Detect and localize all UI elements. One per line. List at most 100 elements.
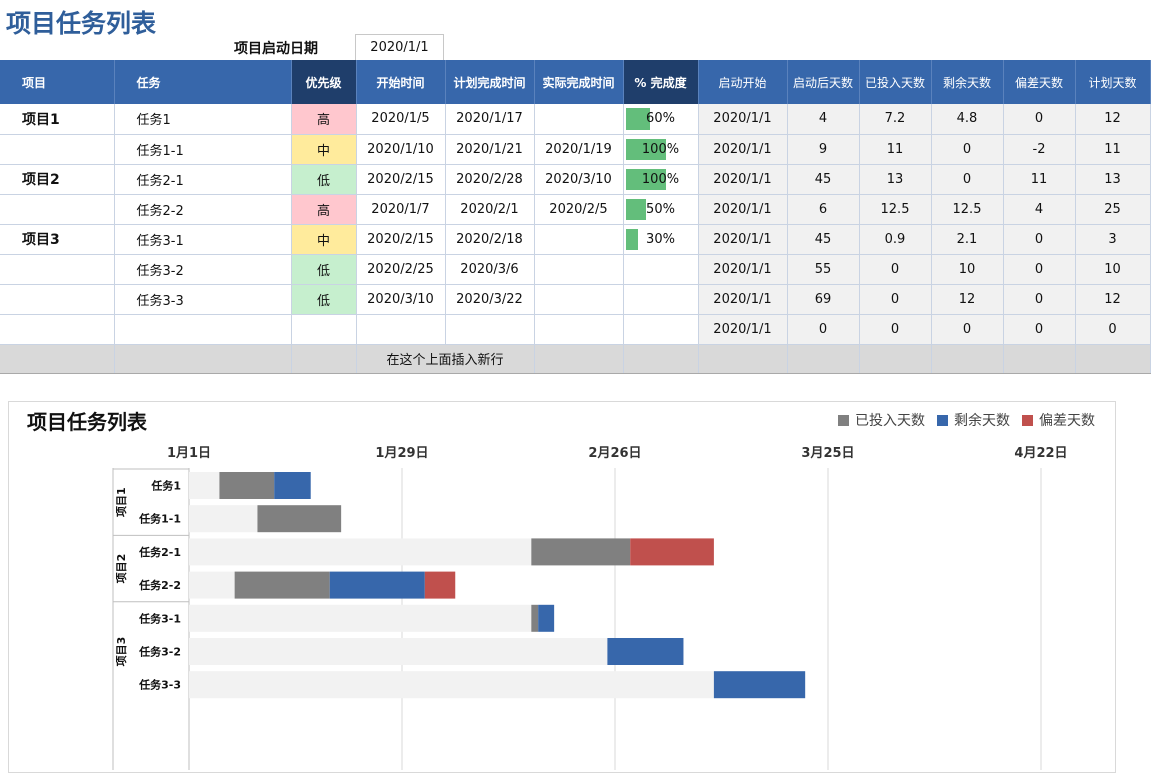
insert-row-cell[interactable] — [1075, 344, 1151, 374]
cell-deviation[interactable]: 0 — [1003, 314, 1076, 345]
cell-deviation[interactable]: -2 — [1003, 134, 1076, 165]
cell-priority[interactable]: 低 — [291, 254, 357, 285]
cell-planned[interactable]: 10 — [1075, 254, 1151, 285]
cell-plan-end[interactable]: 2020/3/6 — [445, 254, 535, 285]
cell-percent[interactable]: 100% — [623, 134, 699, 165]
cell-project[interactable] — [0, 134, 115, 165]
cell-plan-end[interactable]: 2020/2/1 — [445, 194, 535, 225]
insert-row-cell[interactable] — [114, 344, 292, 374]
cell-plan-end[interactable] — [445, 314, 535, 345]
insert-row-cell[interactable] — [0, 344, 115, 374]
cell-remaining[interactable]: 0 — [931, 314, 1004, 345]
cell-percent[interactable]: 50% — [623, 194, 699, 225]
insert-row-cell[interactable] — [1003, 344, 1076, 374]
cell-launch[interactable]: 2020/1/1 — [698, 164, 788, 195]
cell-planned[interactable]: 3 — [1075, 224, 1151, 255]
start-date-input[interactable]: 2020/1/1 — [355, 34, 444, 60]
cell-plan-end[interactable]: 2020/2/28 — [445, 164, 535, 195]
cell-project[interactable] — [0, 284, 115, 315]
cell-actual-end[interactable] — [534, 284, 624, 315]
cell-task[interactable]: 任务1-1 — [114, 134, 292, 165]
cell-days-after[interactable]: 69 — [787, 284, 860, 315]
cell-invested[interactable]: 0 — [859, 254, 932, 285]
cell-actual-end[interactable] — [534, 224, 624, 255]
cell-plan-end[interactable]: 2020/3/22 — [445, 284, 535, 315]
insert-row-cell[interactable] — [534, 344, 624, 374]
cell-days-after[interactable]: 6 — [787, 194, 860, 225]
cell-launch[interactable]: 2020/1/1 — [698, 224, 788, 255]
cell-plan-end[interactable]: 2020/1/21 — [445, 134, 535, 165]
cell-days-after[interactable]: 45 — [787, 164, 860, 195]
cell-project[interactable] — [0, 194, 115, 225]
cell-priority[interactable]: 中 — [291, 224, 357, 255]
cell-actual-end[interactable]: 2020/2/5 — [534, 194, 624, 225]
header-percent[interactable]: % 完成度 — [623, 60, 699, 104]
cell-task[interactable]: 任务2-1 — [114, 164, 292, 195]
header-planned[interactable]: 计划天数 — [1075, 60, 1151, 104]
cell-deviation[interactable]: 0 — [1003, 104, 1076, 135]
cell-invested[interactable]: 12.5 — [859, 194, 932, 225]
cell-launch[interactable]: 2020/1/1 — [698, 194, 788, 225]
header-start[interactable]: 开始时间 — [356, 60, 446, 104]
cell-remaining[interactable]: 0 — [931, 134, 1004, 165]
cell-percent[interactable] — [623, 284, 699, 315]
cell-planned[interactable]: 25 — [1075, 194, 1151, 225]
cell-days-after[interactable]: 4 — [787, 104, 860, 135]
cell-task[interactable]: 任务1 — [114, 104, 292, 135]
cell-task[interactable] — [114, 314, 292, 345]
cell-days-after[interactable]: 0 — [787, 314, 860, 345]
insert-row-cell[interactable] — [291, 344, 357, 374]
cell-launch[interactable]: 2020/1/1 — [698, 104, 788, 135]
cell-percent[interactable] — [623, 254, 699, 285]
header-priority[interactable]: 优先级 — [291, 60, 357, 104]
cell-deviation[interactable]: 0 — [1003, 224, 1076, 255]
cell-start[interactable]: 2020/2/15 — [356, 224, 446, 255]
cell-invested[interactable]: 7.2 — [859, 104, 932, 135]
cell-percent[interactable]: 100% — [623, 164, 699, 195]
cell-launch[interactable]: 2020/1/1 — [698, 254, 788, 285]
cell-planned[interactable]: 13 — [1075, 164, 1151, 195]
cell-priority[interactable]: 低 — [291, 164, 357, 195]
cell-task[interactable]: 任务2-2 — [114, 194, 292, 225]
header-days-after[interactable]: 启动后天数 — [787, 60, 860, 104]
insert-row-cell[interactable] — [787, 344, 860, 374]
cell-actual-end[interactable] — [534, 104, 624, 135]
cell-start[interactable]: 2020/3/10 — [356, 284, 446, 315]
header-deviation[interactable]: 偏差天数 — [1003, 60, 1076, 104]
cell-priority[interactable]: 高 — [291, 104, 357, 135]
cell-remaining[interactable]: 0 — [931, 164, 1004, 195]
cell-percent[interactable] — [623, 314, 699, 345]
header-plan-end[interactable]: 计划完成时间 — [445, 60, 535, 104]
cell-remaining[interactable]: 4.8 — [931, 104, 1004, 135]
cell-invested[interactable]: 11 — [859, 134, 932, 165]
cell-invested[interactable]: 0 — [859, 314, 932, 345]
cell-deviation[interactable]: 11 — [1003, 164, 1076, 195]
cell-start[interactable]: 2020/1/7 — [356, 194, 446, 225]
cell-percent[interactable]: 60% — [623, 104, 699, 135]
cell-actual-end[interactable] — [534, 254, 624, 285]
cell-plan-end[interactable]: 2020/1/17 — [445, 104, 535, 135]
cell-deviation[interactable]: 0 — [1003, 284, 1076, 315]
cell-start[interactable]: 2020/2/15 — [356, 164, 446, 195]
insert-row-cell[interactable] — [859, 344, 932, 374]
cell-remaining[interactable]: 10 — [931, 254, 1004, 285]
header-invested[interactable]: 已投入天数 — [859, 60, 932, 104]
cell-launch[interactable]: 2020/1/1 — [698, 314, 788, 345]
cell-priority[interactable]: 低 — [291, 284, 357, 315]
cell-deviation[interactable]: 0 — [1003, 254, 1076, 285]
insert-row-cell[interactable] — [698, 344, 788, 374]
cell-project[interactable] — [0, 254, 115, 285]
cell-start[interactable] — [356, 314, 446, 345]
cell-start[interactable]: 2020/2/25 — [356, 254, 446, 285]
cell-project[interactable]: 项目1 — [0, 104, 115, 135]
cell-remaining[interactable]: 12 — [931, 284, 1004, 315]
cell-plan-end[interactable]: 2020/2/18 — [445, 224, 535, 255]
cell-remaining[interactable]: 12.5 — [931, 194, 1004, 225]
insert-row[interactable]: 在这个上面插入新行 — [0, 344, 1151, 374]
cell-task[interactable]: 任务3-1 — [114, 224, 292, 255]
cell-invested[interactable]: 0 — [859, 284, 932, 315]
cell-invested[interactable]: 0.9 — [859, 224, 932, 255]
header-project[interactable]: 项目 — [0, 60, 115, 104]
header-remaining[interactable]: 剩余天数 — [931, 60, 1004, 104]
cell-days-after[interactable]: 55 — [787, 254, 860, 285]
